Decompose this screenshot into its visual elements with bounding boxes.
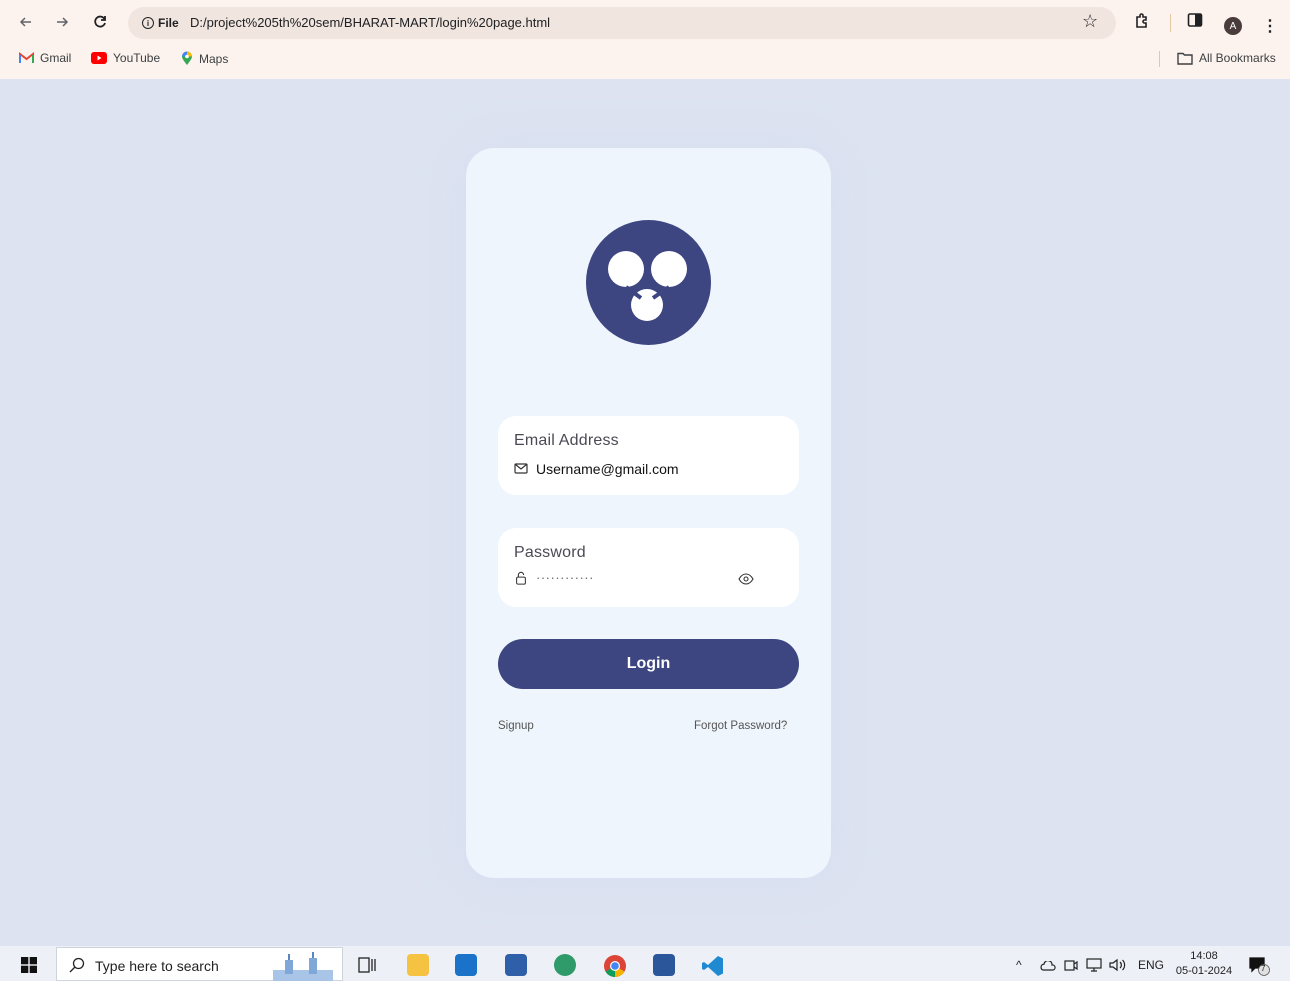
side-panel-icon[interactable] [1187,12,1203,28]
arrow-right-icon [57,17,69,27]
bookmark-maps[interactable]: Maps [181,51,228,66]
logo-icon [608,251,687,321]
brand-logo [586,220,711,345]
task-view-icon[interactable] [358,957,376,973]
search-highlight-icon [273,952,333,981]
url-text[interactable]: D:/project%205th%20sem/BHARAT-MART/login… [190,15,550,30]
mail-icon [514,463,528,474]
reload-button[interactable] [86,8,114,36]
meet-icon[interactable] [1064,958,1078,972]
login-card: Email Address Username@gmail.com Passwor… [466,148,831,878]
search-placeholder: Type here to search [95,958,219,974]
signup-link[interactable]: Signup [498,720,534,732]
clock-time: 14:08 [1190,950,1218,962]
browser-toolbar: i File D:/project%205th%20sem/BHARAT-MAR… [0,6,1290,40]
youtube-icon [91,52,107,64]
extensions-icon[interactable] [1133,12,1151,30]
reload-icon [94,15,106,28]
address-bar[interactable]: i File D:/project%205th%20sem/BHARAT-MAR… [128,7,1116,39]
folder-icon [1177,52,1193,65]
password-label: Password [514,544,586,561]
edge-icon[interactable] [554,954,576,976]
eye-icon[interactable] [738,573,754,585]
info-icon: i [142,17,154,29]
onedrive-icon[interactable] [1040,961,1056,971]
chrome-icon[interactable] [603,954,627,978]
toolbar-divider [1170,14,1171,32]
bookmark-gmail[interactable]: Gmail [19,51,71,65]
profile-avatar[interactable]: A [1224,17,1242,35]
email-label: Email Address [514,432,619,449]
bookmark-youtube[interactable]: YouTube [91,51,160,65]
store-icon[interactable] [505,954,527,976]
site-info-label: File [158,16,179,30]
password-input[interactable]: ············ [536,570,594,585]
forward-button[interactable] [48,8,76,36]
gmail-icon [19,52,34,63]
notification-icon[interactable] [1248,956,1270,976]
all-bookmarks-label: All Bookmarks [1199,51,1276,65]
more-menu-icon[interactable]: ⋮ [1262,16,1278,36]
maps-icon [182,51,192,65]
bookmarks-divider [1159,51,1160,67]
word-icon[interactable] [653,954,675,976]
windows-start-icon[interactable] [21,957,37,973]
clock[interactable]: 14:08 05-01-2024 [1172,949,1236,979]
all-bookmarks-button[interactable]: All Bookmarks [1177,51,1276,65]
network-icon[interactable] [1086,958,1102,972]
file-explorer-icon[interactable] [407,954,429,976]
bookmark-label: Maps [199,51,229,66]
vscode-icon[interactable] [701,954,725,978]
clock-date: 05-01-2024 [1175,965,1233,977]
language-indicator[interactable]: ENG [1138,958,1164,972]
browser-chrome: i File D:/project%205th%20sem/BHARAT-MAR… [0,0,1290,79]
taskbar: Type here to search ^ ENG 14:08 05-01-20… [0,946,1290,981]
email-field[interactable]: Email Address Username@gmail.com [498,416,799,495]
bookmarks-bar: Gmail YouTube Maps All Bookmarks [0,48,1290,70]
login-button[interactable]: Login [498,639,799,689]
taskbar-search[interactable]: Type here to search [56,947,343,981]
search-icon [69,957,85,973]
lock-icon [516,571,526,585]
outlook-icon[interactable] [455,954,477,976]
password-field[interactable]: Password ············ [498,528,799,607]
email-input[interactable]: Username@gmail.com [536,461,679,477]
back-button[interactable] [12,8,40,36]
forgot-password-link[interactable]: Forgot Password? [694,720,787,732]
tray-chevron-icon[interactable]: ^ [1016,958,1022,972]
notification-count: 7 [1261,964,1266,973]
arrow-left-icon [19,17,31,27]
bookmark-star-icon[interactable]: ☆ [1082,11,1098,32]
bookmark-label: YouTube [113,51,161,65]
site-info-chip[interactable]: i File [134,11,187,35]
volume-icon[interactable] [1109,958,1127,972]
bookmark-label: Gmail [40,51,72,65]
